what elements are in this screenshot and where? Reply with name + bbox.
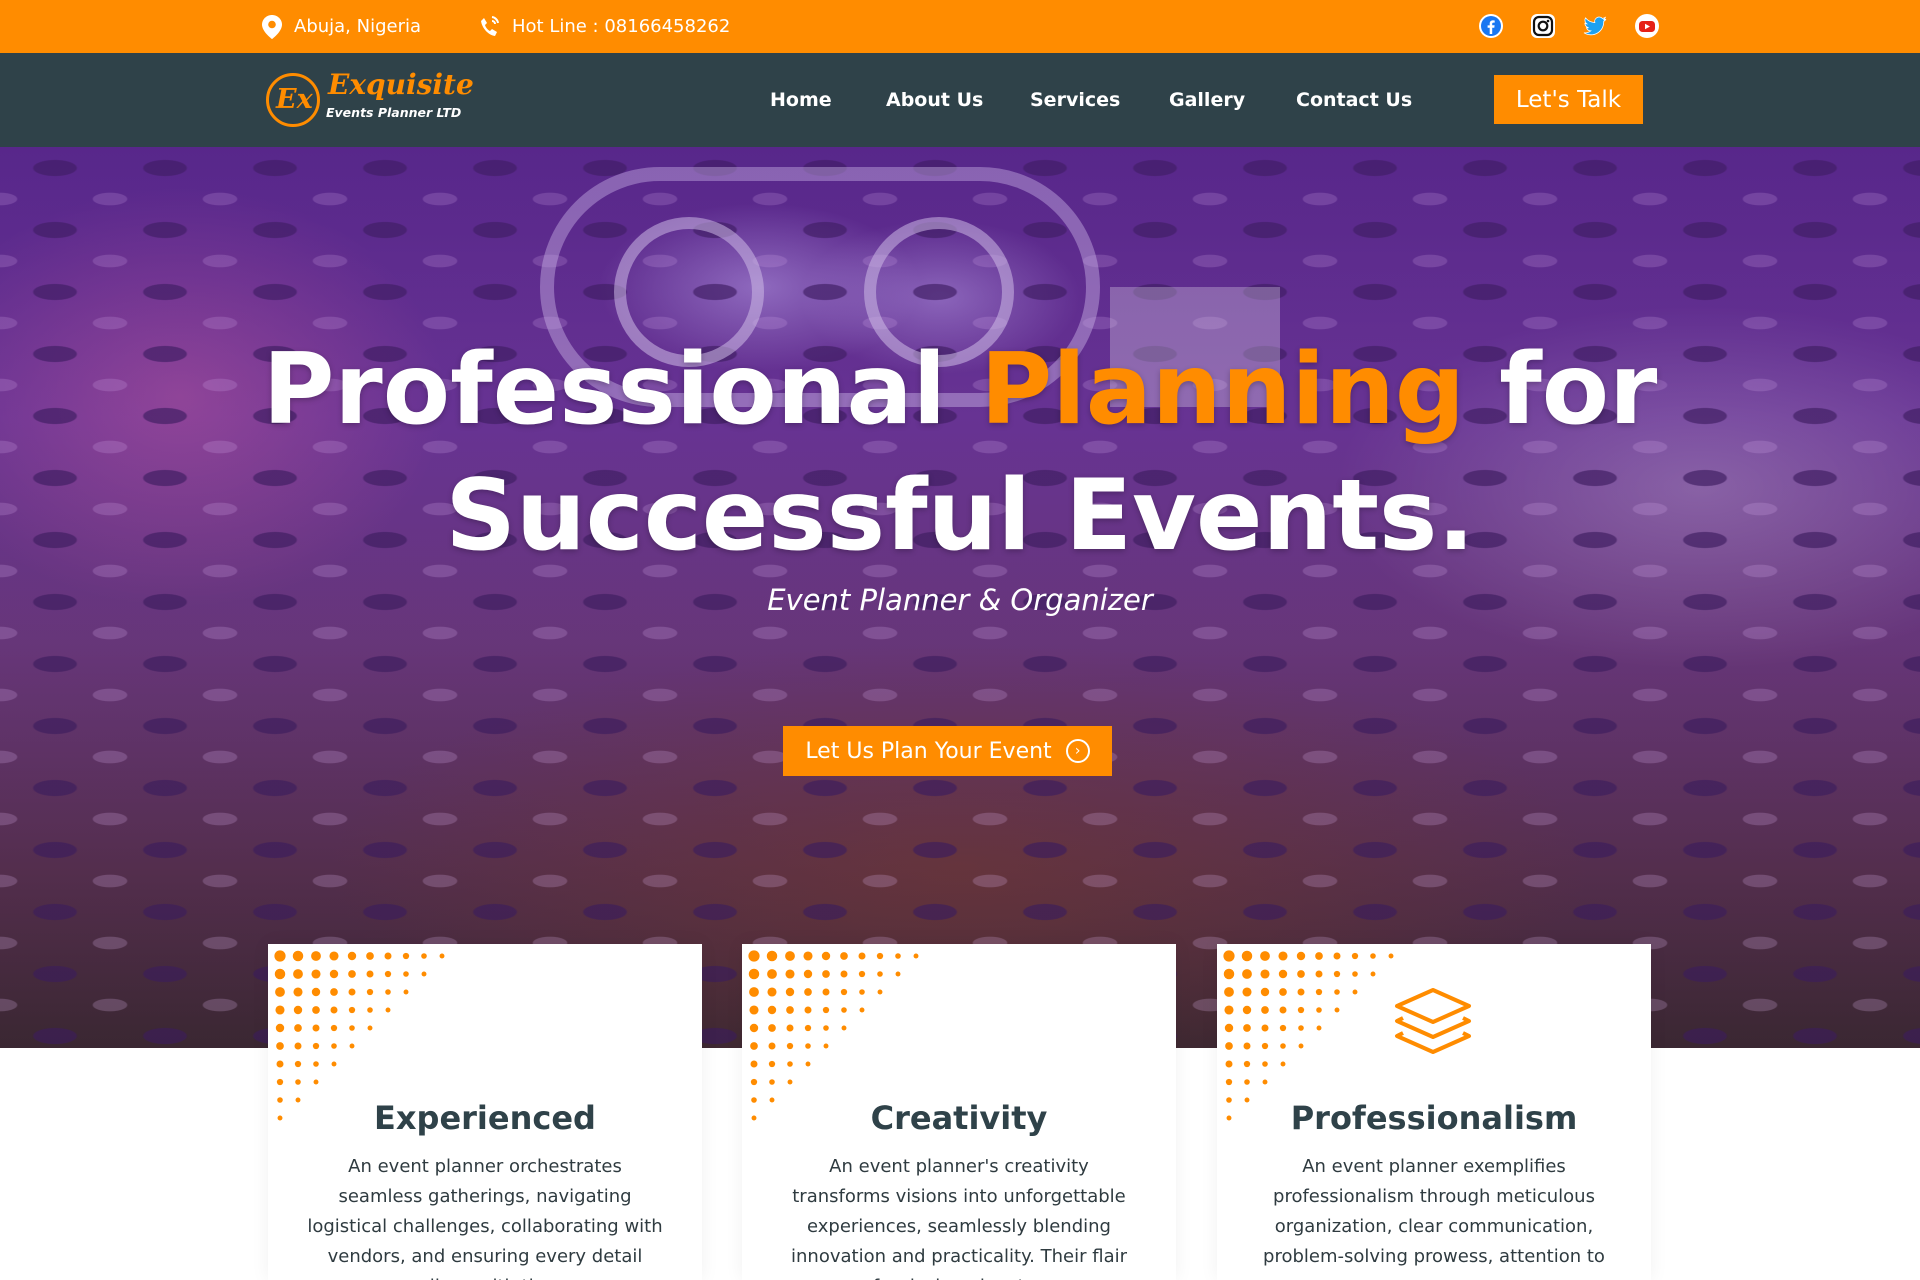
feature-text: An event planner's creativity transforms… — [791, 1156, 1127, 1280]
nav-item-gallery[interactable]: Gallery — [1169, 53, 1245, 147]
location-info: Abuja, Nigeria — [262, 0, 421, 53]
map-pin-icon — [262, 14, 282, 39]
feature-title: Creativity — [870, 1099, 1048, 1137]
hotline-text: Hot Line : 08166458262 — [512, 16, 731, 37]
chevron-right-circle-icon: › — [1065, 739, 1090, 763]
instagram-icon[interactable] — [1530, 13, 1556, 39]
social-links — [1478, 13, 1660, 39]
top-info-bar: Abuja, Nigeria Hot Line : 08166458262 — [0, 0, 1920, 53]
feature-card-creativity: Creativity An event planner's creativity… — [742, 944, 1176, 1280]
feature-text: An event planner exemplifies professiona… — [1263, 1156, 1605, 1267]
phone-ring-icon — [478, 15, 500, 39]
feature-card-professionalism: Professionalism An event planner exempli… — [1217, 944, 1651, 1280]
nav-item-contact[interactable]: Contact Us — [1296, 53, 1412, 147]
hero-subtitle: Event Planner & Organizer — [767, 583, 1153, 617]
lets-talk-button[interactable]: Let's Talk — [1494, 75, 1643, 124]
feature-card-experienced: Experienced An event planner orchestrate… — [268, 944, 702, 1280]
hero-title: Professional Planning for Successful Eve… — [262, 333, 1658, 573]
location-text: Abuja, Nigeria — [294, 16, 422, 37]
feature-title: Experienced — [374, 1099, 596, 1137]
hero-section: Professional Planning for Successful Eve… — [0, 147, 1920, 1048]
nav-item-about[interactable]: About Us — [886, 53, 983, 147]
hotline-info[interactable]: Hot Line : 08166458262 — [478, 0, 730, 53]
layers-icon — [1393, 986, 1473, 1060]
main-navbar: Ex Exquisite Events Planner LTD Home Abo… — [0, 53, 1920, 147]
youtube-icon[interactable] — [1634, 13, 1660, 39]
nav-item-home[interactable]: Home — [770, 53, 832, 147]
feature-title: Professionalism — [1290, 1099, 1578, 1137]
nav-item-services[interactable]: Services — [1030, 53, 1120, 147]
plan-event-button[interactable]: Let Us Plan Your Event › — [783, 726, 1112, 776]
twitter-icon[interactable] — [1582, 13, 1608, 39]
hero-title-accent: Planning — [980, 333, 1465, 447]
feature-text: An event planner orchestrates seamless g… — [307, 1156, 663, 1280]
facebook-icon[interactable] — [1478, 13, 1504, 39]
